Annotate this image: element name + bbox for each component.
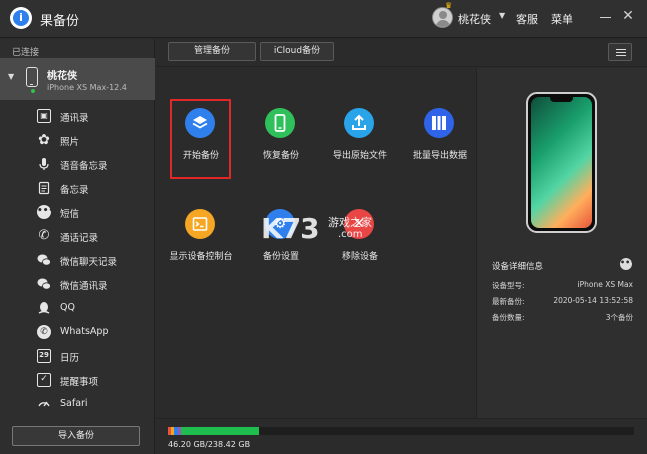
device-info-panel: 设备详细信息 ••• 设备型号: iPhone XS Max 最新备份: 202… [476,68,647,418]
sidebar-item-label: 提醒事项 [60,377,99,388]
device-console-button[interactable]: 显示设备控制台 [161,169,241,262]
minimize-button[interactable] [600,10,612,24]
detail-key: 最新备份: [492,297,525,306]
phone-call-icon: ✆ [38,228,50,243]
layers-icon [185,108,215,138]
list-view-button[interactable] [608,43,632,61]
device-notch [550,97,573,102]
sidebar-item-sms[interactable]: ••• 短信 [0,201,155,225]
sidebar-item-reminders[interactable]: ✓ 提醒事项 [0,369,155,393]
sidebar-item-safari[interactable]: Safari [0,393,155,417]
import-backup-button[interactable]: 导入备份 [12,426,140,446]
message-icon: ••• [37,205,54,219]
tab-manage-backup[interactable]: 管理备份 [168,42,256,61]
crown-icon: ♛ [445,1,453,10]
detail-key: 设备型号: [492,281,525,290]
device-image [526,92,597,233]
sidebar: 已连接 ▼ 桃花侠 iPhone XS Max-12.4 ▣ 通讯录 ✿ 照片 … [0,39,155,454]
sidebar-item-label: 备忘录 [60,185,89,196]
menu-link[interactable]: 菜单 [551,11,573,27]
reminder-icon: ✓ [37,373,51,387]
sidebar-item-label: 照片 [60,137,80,148]
sidebar-item-label: WhatsApp [60,326,109,337]
detail-row-backup-count: 备份数量: 3个备份 [492,312,633,326]
device-model: iPhone XS Max-12.4 [47,83,127,92]
watermark-brand: K73 [261,212,320,245]
tab-icloud-backup[interactable]: iCloud备份 [260,42,334,61]
export-raw-files-button[interactable]: 导出原始文件 [320,68,400,161]
detail-row-latest-backup: 最新备份: 2020-05-14 13:52:58 [492,296,633,310]
watermark-site: 游戏之家 [328,216,372,229]
sidebar-item-label: 通话记录 [60,233,99,244]
device-item[interactable]: ▼ 桃花侠 iPhone XS Max-12.4 [0,58,155,100]
detail-key: 备份数量: [492,313,525,322]
storage-bar: 46.20 GB/238.42 GB [156,418,647,454]
sidebar-item-label: 微信通讯录 [60,281,108,292]
main-toolbar: 管理备份 iCloud备份 [156,39,647,67]
more-icon[interactable]: ••• [620,258,635,270]
wechat-icon [37,253,51,267]
close-button[interactable]: ✕ [621,9,635,23]
avatar[interactable] [432,7,453,28]
title-bar: i 果备份 ♛ 桃花侠 ▼ 客服 菜单 ✕ [0,0,647,38]
console-icon [185,209,215,239]
batch-export-icon [424,108,454,138]
sidebar-item-qq[interactable]: QQ [0,297,155,321]
sidebar-item-label: 短信 [60,209,80,220]
sidebar-item-contacts[interactable]: ▣ 通讯录 [0,105,155,129]
phone-icon [26,67,38,87]
app-title: 果备份 [40,14,80,29]
sidebar-item-label: Safari [60,398,88,409]
username[interactable]: 桃花侠 [458,11,491,27]
sidebar-item-voice-memos[interactable]: 语音备忘录 [0,153,155,177]
device-screen [531,97,592,228]
qq-icon [37,301,51,315]
watermark: K73 游戏之家 .com [258,210,388,250]
watermark-domain: .com [338,229,363,240]
sidebar-item-calendar[interactable]: 29 日历 [0,345,155,369]
contacts-icon: ▣ [37,109,51,123]
phone-restore-icon [265,108,295,138]
sidebar-item-notes[interactable]: 备忘录 [0,177,155,201]
storage-segment [181,427,259,435]
restore-backup-button[interactable]: 恢复备份 [241,68,321,161]
chevron-down-icon[interactable]: ▼ [499,11,505,20]
sidebar-item-wechat-contacts[interactable]: 微信通讯录 [0,273,155,297]
sidebar-item-whatsapp[interactable]: ✆ WhatsApp [0,321,155,345]
storage-text: 46.20 GB/238.42 GB [168,440,251,449]
sidebar-item-label: 微信聊天记录 [60,257,118,268]
sidebar-item-label: 通讯录 [60,113,89,124]
connected-label: 已连接 [12,48,40,58]
sidebar-item-wechat-chats[interactable]: 微信聊天记录 [0,249,155,273]
detail-value: 2020-05-14 13:52:58 [553,296,633,305]
sidebar-item-call-history[interactable]: ✆ 通话记录 [0,225,155,249]
batch-export-button[interactable]: 批量导出数据 [400,68,480,161]
detail-value: iPhone XS Max [577,280,634,289]
detail-row-model: 设备型号: iPhone XS Max [492,280,633,294]
connected-status-dot [31,89,35,93]
photos-icon: ✿ [38,132,50,148]
sidebar-item-label: 语音备忘录 [60,161,108,172]
expand-caret-icon[interactable]: ▼ [8,72,14,81]
upload-icon [344,108,374,138]
sidebar-item-label: 日历 [60,353,80,364]
function-label: 移除设备 [341,252,378,262]
notes-icon [37,181,51,195]
whatsapp-icon: ✆ [37,325,51,339]
device-name: 桃花侠 [47,71,77,82]
safari-icon [37,397,51,411]
detail-value: 3个备份 [605,313,633,322]
sidebar-item-photos[interactable]: ✿ 照片 [0,129,155,153]
customer-service-link[interactable]: 客服 [516,11,538,27]
microphone-icon [37,157,51,171]
sidebar-item-label: QQ [60,302,75,313]
start-backup-button[interactable]: 开始备份 [161,68,241,161]
storage-track [168,427,634,435]
calendar-icon: 29 [37,349,51,363]
app-logo-icon: i [10,7,32,29]
wechat-contacts-icon [37,277,51,291]
device-details-title: 设备详细信息 [492,262,544,272]
